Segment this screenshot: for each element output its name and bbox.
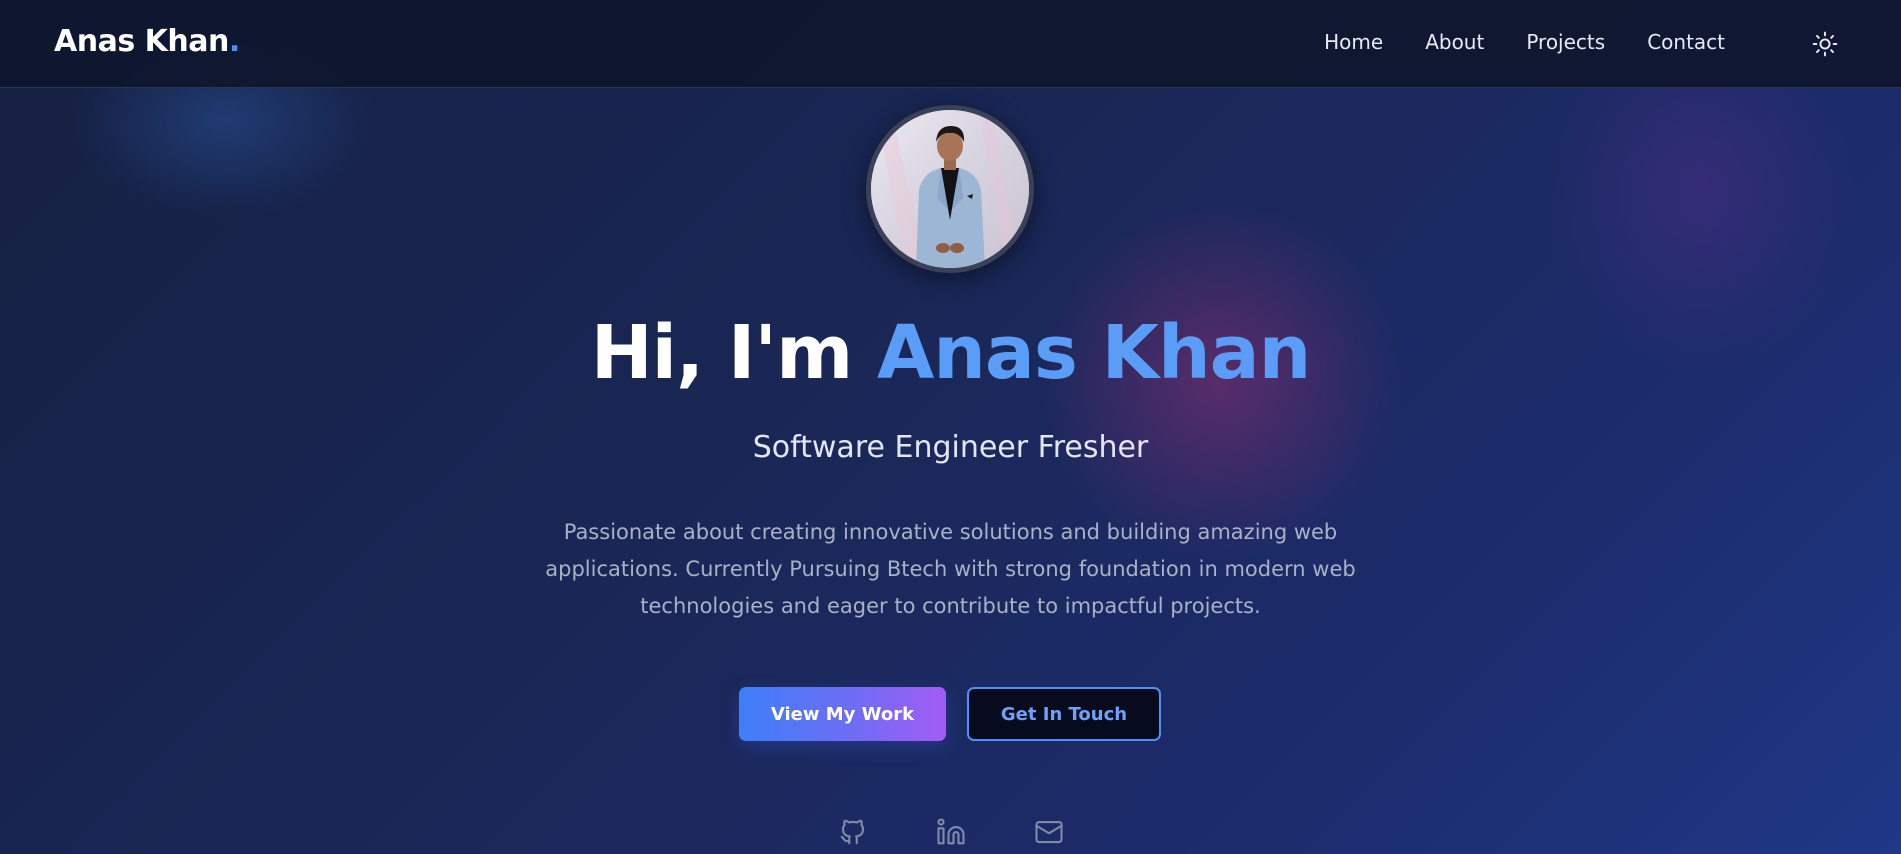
sun-icon: [1812, 31, 1838, 57]
github-link[interactable]: [836, 815, 870, 849]
mail-link[interactable]: [1032, 815, 1066, 849]
navbar: Anas Khan. Home About Projects Contact: [0, 0, 1901, 88]
nav-link-home[interactable]: Home: [1324, 30, 1383, 54]
hero-name: Anas Khan: [876, 310, 1311, 396]
view-my-work-button[interactable]: View My Work: [739, 687, 946, 741]
hero-greeting: Hi, I'm: [590, 310, 877, 396]
nav-link-contact[interactable]: Contact: [1647, 30, 1725, 54]
theme-toggle-button[interactable]: [1805, 24, 1845, 64]
mail-icon: [1035, 820, 1063, 844]
get-in-touch-button[interactable]: Get In Touch: [967, 687, 1161, 741]
hero-title: Hi, I'm Anas Khan: [0, 310, 1901, 396]
avatar: [866, 105, 1034, 273]
github-icon: [840, 819, 865, 845]
nav-links: Home About Projects Contact: [1324, 30, 1725, 54]
brand-logo[interactable]: Anas Khan.: [54, 24, 240, 59]
nav-link-projects[interactable]: Projects: [1526, 30, 1605, 54]
linkedin-link[interactable]: [934, 815, 968, 849]
brand-dot: .: [228, 24, 240, 59]
hero-description: Passionate about creating innovative sol…: [545, 520, 1356, 618]
brand-name: Anas Khan: [54, 24, 229, 59]
social-links: [836, 815, 1066, 849]
nav-link-about[interactable]: About: [1425, 30, 1484, 54]
linkedin-icon: [937, 818, 965, 845]
hero-role: Software Engineer Fresher: [752, 430, 1149, 465]
avatar-photo: [871, 110, 1029, 268]
hero-section: Hi, I'm Anas Khan Software Engineer Fres…: [0, 88, 1901, 854]
